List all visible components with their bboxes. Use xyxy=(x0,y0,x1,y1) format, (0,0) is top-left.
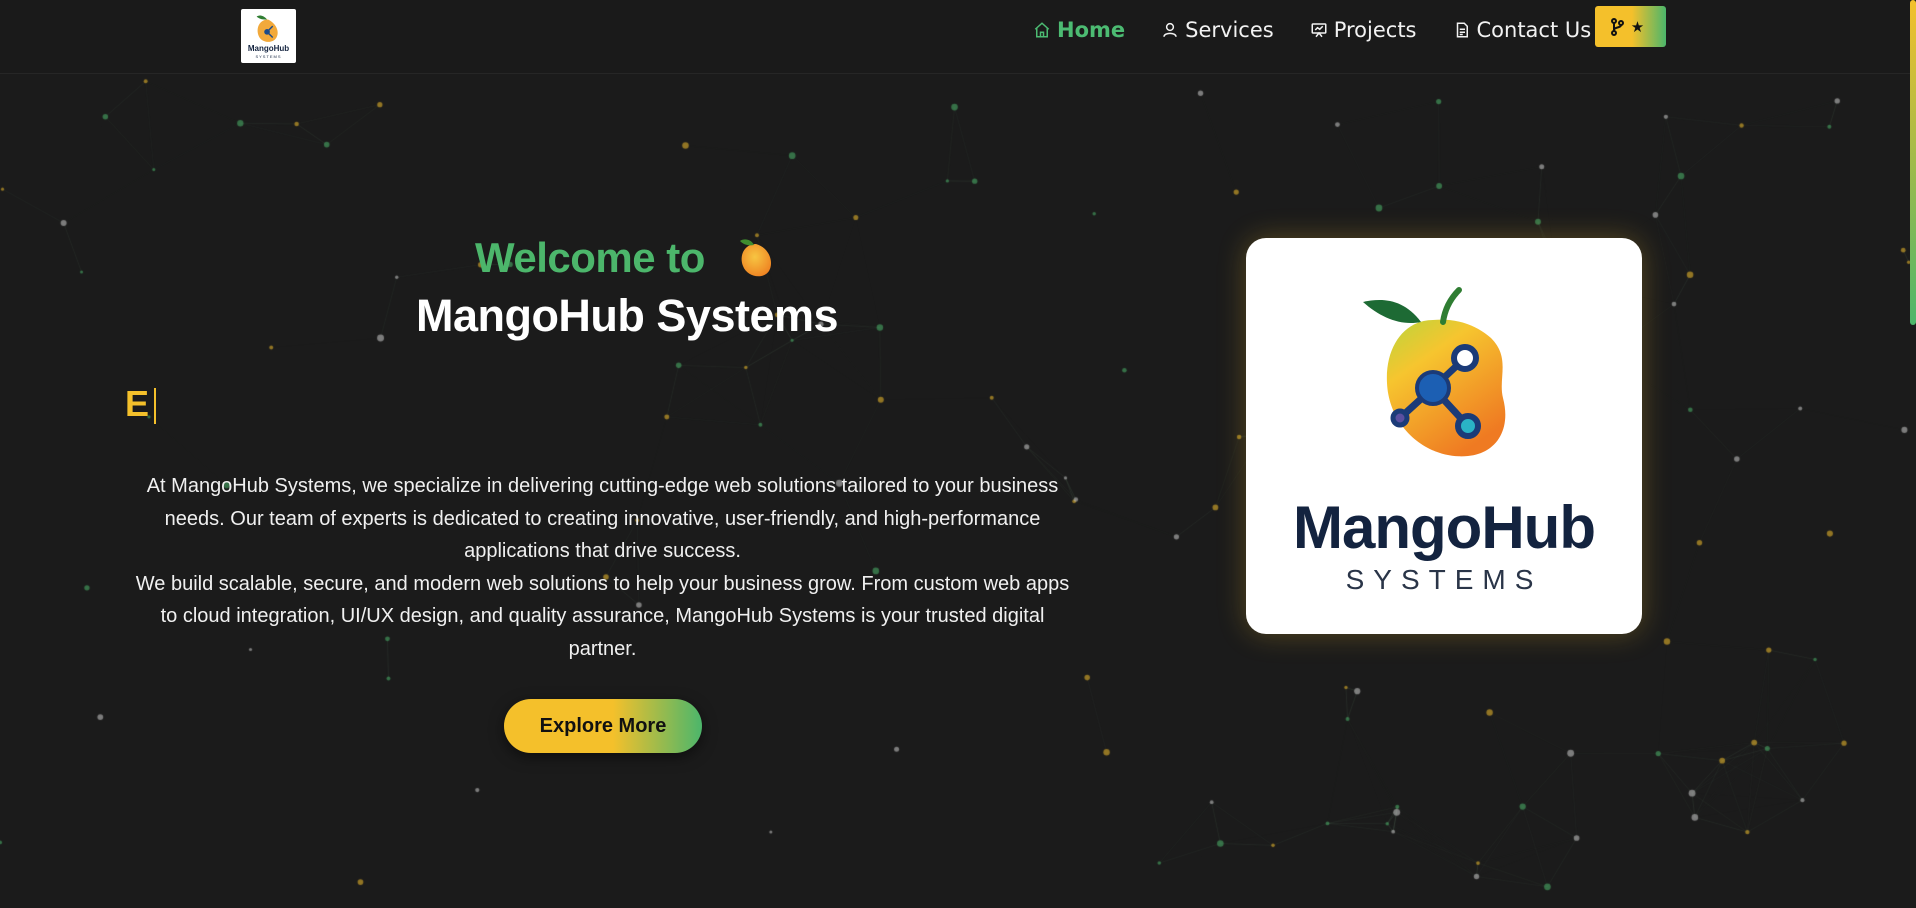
nav-item-label: Contact Us xyxy=(1476,18,1592,42)
typing-cursor xyxy=(154,388,156,424)
navbar: MangoHub SYSTEMS Home Services Projects xyxy=(0,0,1916,74)
hero-paragraph: We build scalable, secure, and modern we… xyxy=(135,572,1070,660)
logo-tagline: SYSTEMS xyxy=(255,54,282,59)
logo-card: MangoHub SYSTEMS xyxy=(1246,238,1642,634)
typing-text: E xyxy=(125,383,150,424)
hero-section: Welcome to MangoHub Systems E At MangoHu… xyxy=(0,0,1069,908)
presentation-icon xyxy=(1311,23,1327,38)
explore-more-button[interactable]: Explore More xyxy=(504,699,702,753)
star-icon: ★ xyxy=(1630,17,1645,36)
mango-icon xyxy=(740,239,772,277)
logo-name: MangoHub xyxy=(247,44,290,53)
nav-item-projects[interactable]: Projects xyxy=(1310,18,1417,42)
nav-menu: Home Services Projects Contact Us xyxy=(1033,18,1627,42)
hero-title: MangoHub Systems xyxy=(415,290,839,341)
nav-item-label: Services xyxy=(1185,18,1274,42)
brand-logo[interactable]: MangoHub SYSTEMS xyxy=(241,9,296,63)
logo-card-tagline: SYSTEMS xyxy=(1345,564,1543,595)
mango-logo-icon xyxy=(256,15,278,42)
logo-card-title: MangoHub xyxy=(1293,494,1596,561)
github-button[interactable]: ★ xyxy=(1595,6,1666,47)
scrollbar[interactable] xyxy=(1910,0,1916,325)
hero-paragraph: At MangoHub Systems, we specialize in de… xyxy=(146,475,1059,562)
nav-item-label: Projects xyxy=(1333,18,1417,42)
nav-item-home[interactable]: Home xyxy=(1033,18,1125,42)
mango-logo-icon xyxy=(1363,287,1506,457)
nav-item-services[interactable]: Services xyxy=(1161,18,1274,42)
user-icon xyxy=(1163,22,1177,37)
hero-description: At MangoHub Systems, we specialize in de… xyxy=(125,470,1080,665)
nav-item-label: Home xyxy=(1057,18,1126,42)
git-fork-icon xyxy=(1610,17,1624,36)
nav-item-contact[interactable]: Contact Us xyxy=(1453,18,1592,42)
home-icon xyxy=(1034,22,1050,38)
welcome-text: Welcome to xyxy=(475,234,705,281)
document-icon xyxy=(1456,22,1468,38)
